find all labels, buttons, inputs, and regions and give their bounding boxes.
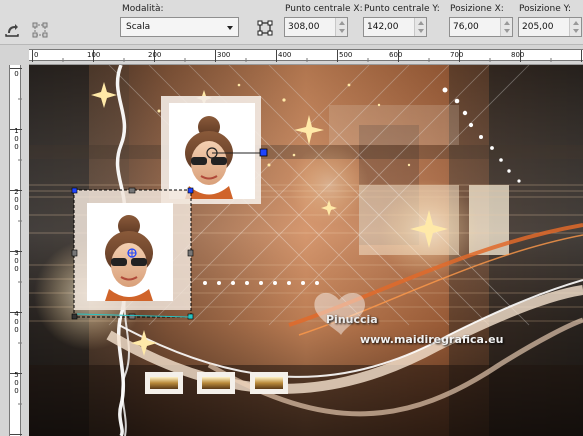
ruler-v-label: 0 — [14, 70, 19, 78]
ruler-v-label: 400 — [14, 310, 19, 334]
pos-x-stepper[interactable] — [500, 18, 512, 36]
pick-tool-icon[interactable] — [4, 22, 20, 38]
chevron-down-icon — [227, 26, 233, 30]
center-y-field[interactable]: 142,00 — [363, 17, 427, 37]
tool-options-toolbar: Modalità: Scala Punto centrale X: 308,00… — [0, 0, 583, 45]
ruler-corner — [0, 45, 29, 65]
pos-y-label: Posizione Y: — [519, 4, 571, 14]
transform-icon[interactable] — [32, 22, 48, 38]
center-x-field[interactable]: 308,00 — [284, 17, 348, 37]
ruler-v-label: 300 — [14, 249, 19, 273]
pos-y-value: 205,00 — [522, 22, 554, 32]
ruler-h-label: 600 — [389, 51, 403, 59]
ruler-h-label: 400 — [278, 51, 292, 59]
mode-dropdown[interactable]: Scala — [120, 17, 239, 37]
ruler-h-label: 700 — [450, 51, 464, 59]
horizontal-ruler-scale: 0 100 200 300 400 500 600 700 800 — [29, 49, 583, 62]
mode-dropdown-value: Scala — [126, 22, 151, 32]
ruler-v-label: 200 — [14, 188, 19, 212]
watermark-site: www.maidiregrafica.eu — [360, 333, 504, 346]
center-x-value: 308,00 — [288, 22, 320, 32]
ruler-h-label: 100 — [87, 51, 101, 59]
portrait-top — [161, 96, 261, 204]
pos-x-label: Posizione X: — [450, 4, 504, 14]
artwork — [29, 65, 583, 436]
pos-x-value: 76,00 — [453, 22, 479, 32]
ruler-h-label: 500 — [339, 51, 353, 59]
center-x-label: Punto centrale X: — [285, 4, 363, 14]
pos-x-field[interactable]: 76,00 — [449, 17, 513, 37]
center-y-label: Punto centrale Y: — [364, 4, 440, 14]
ruler-h-label: 0 — [34, 51, 39, 59]
vertical-ruler-scale: 0 100 200 300 400 500 — [9, 65, 22, 436]
pos-y-field[interactable]: 205,00 — [518, 17, 582, 37]
thumbnail-row — [145, 372, 288, 394]
watermark-name: Pinuccia — [326, 313, 378, 326]
star-string-horizontal — [203, 281, 319, 285]
center-rotation-icon[interactable] — [257, 20, 273, 36]
ruler-v-label: 500 — [14, 371, 19, 395]
ruler-h-label: 300 — [217, 51, 231, 59]
vertical-ruler[interactable]: 0 100 200 300 400 500 — [0, 65, 29, 436]
center-x-stepper[interactable] — [335, 18, 347, 36]
pos-y-stepper[interactable] — [569, 18, 581, 36]
center-y-value: 142,00 — [367, 22, 399, 32]
center-y-stepper[interactable] — [414, 18, 426, 36]
ruler-v-label: 100 — [14, 127, 19, 151]
image-canvas[interactable]: Pinuccia www.maidiregrafica.eu — [29, 65, 583, 436]
horizontal-ruler[interactable]: 0 100 200 300 400 500 600 700 800 — [29, 45, 583, 65]
ruler-h-label: 800 — [511, 51, 525, 59]
ruler-h-label: 200 — [148, 51, 162, 59]
mode-label: Modalità: — [122, 4, 164, 14]
